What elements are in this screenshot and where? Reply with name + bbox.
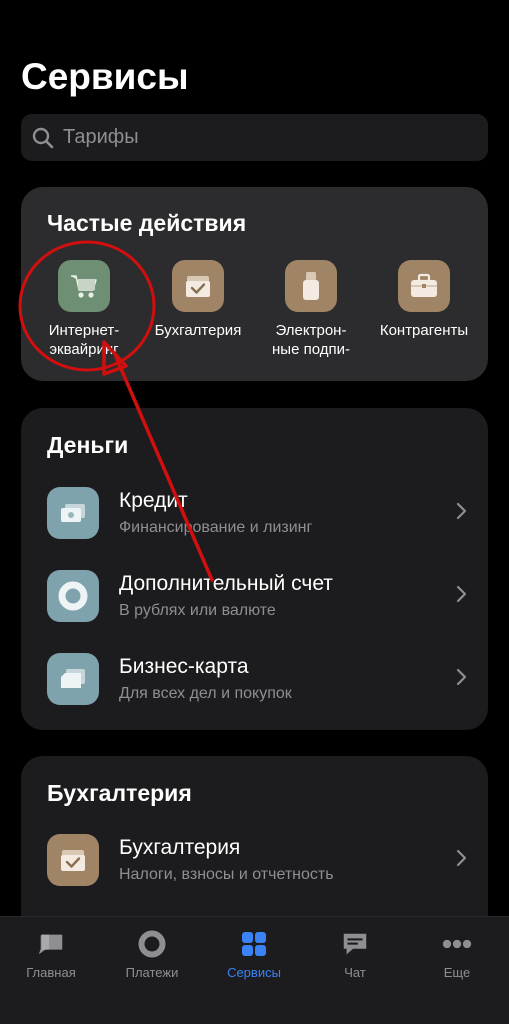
quick-action-internet-acquiring[interactable]: Интернет- эквайринг: [24, 260, 144, 359]
chevron-right-icon: [456, 668, 467, 686]
accounting-card: Бухгалтерия Бухгалтерия Налоги, взносы и…: [21, 756, 488, 936]
money-card: Деньги Кредит Финансирование и лизинг До…: [21, 408, 488, 730]
frequent-actions-title: Частые действия: [47, 210, 247, 236]
row-title: Бизнес-карта: [119, 655, 249, 678]
accounting-title: Бухгалтерия: [47, 780, 192, 806]
usb-token-icon: [285, 260, 337, 312]
accounting-check-icon: [172, 260, 224, 312]
tab-label: Сервисы: [227, 965, 281, 980]
money-item-credit[interactable]: Кредит Финансирование и лизинг: [21, 473, 488, 553]
services-grid-icon: [239, 929, 269, 959]
quick-action-label: Бухгалтерия: [154, 322, 242, 339]
row-subtitle: В рублях или валюте: [119, 602, 276, 619]
quick-action-label: Интернет- эквайринг: [48, 322, 120, 358]
tab-payments[interactable]: Платежи: [102, 917, 202, 987]
search-bar[interactable]: [21, 114, 488, 161]
tab-label: Чат: [344, 965, 366, 980]
accounting-item-accounting[interactable]: Бухгалтерия Налоги, взносы и отчетность: [21, 820, 488, 900]
search-icon: [32, 127, 54, 148]
more-dots-icon: [442, 929, 472, 959]
row-subtitle: Налоги, взносы и отчетность: [119, 866, 334, 883]
chat-icon: [340, 929, 370, 959]
tab-more[interactable]: Еще: [407, 917, 507, 987]
ring-icon: [47, 570, 99, 622]
home-bubble-icon: [36, 929, 66, 959]
page-title: Сервисы: [21, 56, 189, 97]
tab-label: Еще: [443, 965, 471, 980]
quick-action-label: Электрон- ные подпи-: [272, 322, 350, 358]
chevron-right-icon: [456, 585, 467, 603]
accounting-check-icon: [47, 834, 99, 886]
tab-bar: Главная Платежи Сервисы Чат Еще: [0, 916, 509, 1024]
quick-action-e-signatures[interactable]: Электрон- ные подпи-: [251, 260, 371, 359]
search-input[interactable]: [63, 126, 463, 149]
tab-chat[interactable]: Чат: [305, 917, 405, 987]
card-icon: [47, 653, 99, 705]
banknote-icon: [47, 487, 99, 539]
tab-label: Платежи: [125, 965, 179, 980]
payments-ring-icon: [137, 929, 167, 959]
briefcase-icon: [398, 260, 450, 312]
quick-action-label: Контрагенты: [379, 322, 469, 339]
tab-label: Главная: [26, 965, 76, 980]
money-item-business-card[interactable]: Бизнес-карта Для всех дел и покупок: [21, 639, 488, 719]
chevron-right-icon: [456, 849, 467, 867]
quick-action-accounting[interactable]: Бухгалтерия: [138, 260, 258, 340]
frequent-actions-card: Частые действия Интернет- эквайринг Бухг…: [21, 187, 488, 381]
tab-services[interactable]: Сервисы: [204, 917, 304, 987]
row-title: Дополнительный счет: [119, 572, 333, 595]
chevron-right-icon: [456, 502, 467, 520]
row-subtitle: Для всех дел и покупок: [119, 685, 292, 702]
tab-home[interactable]: Главная: [1, 917, 101, 987]
money-item-additional-account[interactable]: Дополнительный счет В рублях или валюте: [21, 556, 488, 636]
row-title: Бухгалтерия: [119, 836, 241, 859]
quick-action-counterparties[interactable]: Контрагенты: [364, 260, 484, 340]
cart-icon: [58, 260, 110, 312]
money-title: Деньги: [47, 432, 129, 458]
row-title: Кредит: [119, 489, 188, 512]
row-subtitle: Финансирование и лизинг: [119, 519, 313, 536]
